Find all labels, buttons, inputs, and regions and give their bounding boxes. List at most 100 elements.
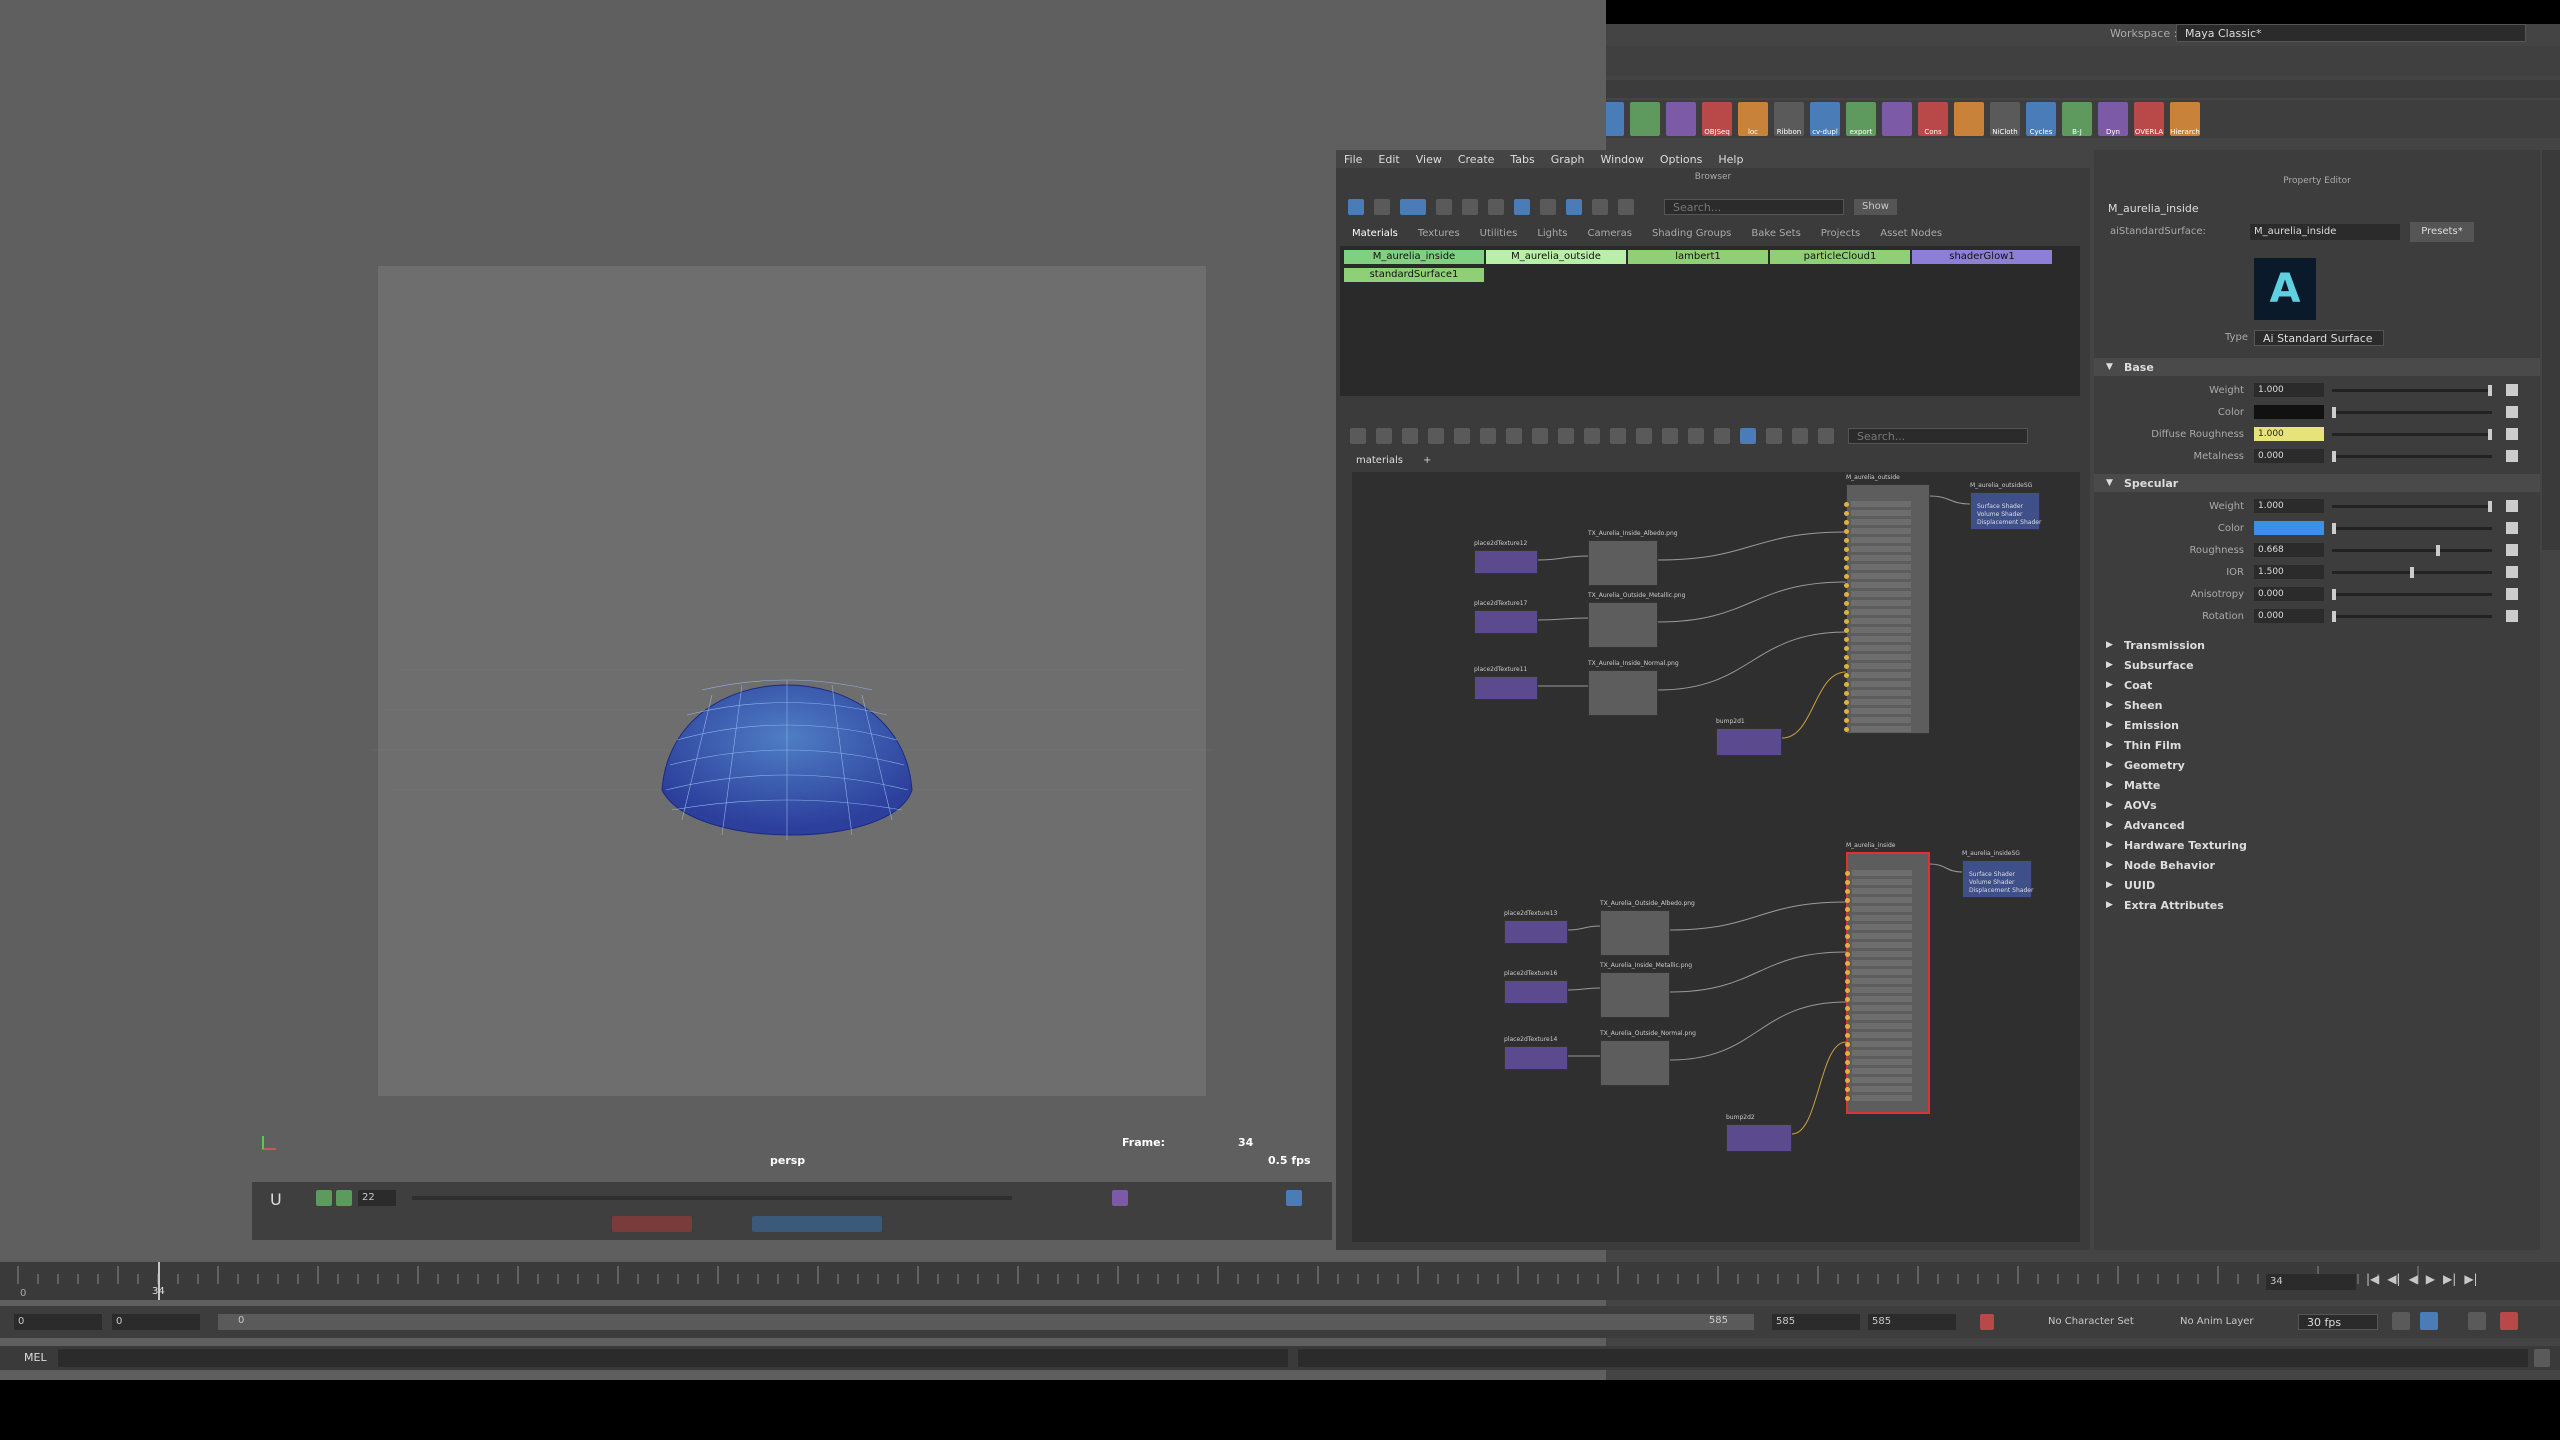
- attribute-value-field[interactable]: 0.000: [2254, 609, 2324, 623]
- port-dot-icon[interactable]: [1844, 673, 1849, 678]
- map-button-icon[interactable]: [2506, 544, 2518, 556]
- port-dot-icon[interactable]: [1845, 871, 1850, 876]
- material-swatch-item[interactable]: M_aurelia_outside: [1486, 250, 1626, 264]
- menu-arnold[interactable]: Arnold: [1027, 26, 1066, 40]
- blue-tools-icon[interactable]: [752, 1216, 882, 1232]
- shader-port-row[interactable]: [1852, 1077, 1912, 1083]
- shelf-button[interactable]: [730, 102, 760, 136]
- soft-mod-icon[interactable]: [10, 412, 36, 438]
- shader-port-row[interactable]: [1851, 546, 1911, 552]
- shader-port-row[interactable]: [1851, 726, 1911, 732]
- show-button[interactable]: Show: [1854, 199, 1897, 215]
- shader-port-row[interactable]: [1851, 573, 1911, 579]
- attr-section-collapsed[interactable]: ▶ Geometry: [2094, 756, 2540, 774]
- port-dot-icon[interactable]: [1844, 574, 1849, 579]
- graph-bookmark-icon[interactable]: [1792, 428, 1808, 444]
- port-dot-icon[interactable]: [1844, 610, 1849, 615]
- menu-playback[interactable]: Playback: [466, 26, 520, 40]
- outliner-menu-item[interactable]: Show: [113, 171, 143, 184]
- current-frame-input[interactable]: 34: [2266, 1274, 2356, 1290]
- shelf-button[interactable]: Graph: [910, 102, 940, 136]
- shader-port-row[interactable]: [1851, 555, 1911, 561]
- start-time-field[interactable]: 0: [14, 1314, 102, 1330]
- shelf-button[interactable]: [1162, 102, 1192, 136]
- move-tool-icon[interactable]: [10, 270, 36, 296]
- filter-icon[interactable]: [1592, 199, 1608, 215]
- attr-section-header[interactable]: ▼ Base: [2094, 358, 2540, 376]
- workspace-dropdown[interactable]: Maya Classic*: [2176, 24, 2526, 42]
- outliner-item[interactable]: top: [48, 230, 238, 250]
- shelf-button[interactable]: SSC: [442, 102, 472, 136]
- shelf-button[interactable]: [1054, 102, 1084, 136]
- shelf-tab[interactable]: Rigging: [425, 83, 467, 96]
- attribute-value-field[interactable]: 1.000: [2254, 427, 2324, 441]
- shelf-button[interactable]: [1486, 102, 1516, 136]
- port-dot-icon[interactable]: [1845, 1015, 1850, 1020]
- fps-dropdown[interactable]: 30 fps: [2298, 1314, 2378, 1330]
- playback-end-field[interactable]: 585: [1772, 1314, 1860, 1330]
- shelf-button[interactable]: [1522, 102, 1552, 136]
- shelf-button[interactable]: Cons: [1918, 102, 1948, 136]
- open-scene-icon[interactable]: [162, 51, 182, 71]
- arnold-render-icon[interactable]: [1002, 51, 1023, 71]
- attr-section-collapsed[interactable]: ▶ Transmission: [2094, 636, 2540, 654]
- attribute-slider[interactable]: [2332, 385, 2492, 396]
- shelf-button[interactable]: [838, 102, 868, 136]
- menu-select[interactable]: Select: [159, 26, 196, 40]
- swatch-icon[interactable]: [1566, 199, 1582, 215]
- shader-port-row[interactable]: [1852, 1095, 1912, 1101]
- browser-view-icon[interactable]: [1374, 199, 1390, 215]
- slider-handle[interactable]: [2410, 567, 2414, 578]
- port-dot-icon[interactable]: [1845, 1051, 1850, 1056]
- port-dot-icon[interactable]: [1844, 637, 1849, 642]
- select-object-icon[interactable]: [332, 51, 352, 71]
- mode-dropdown[interactable]: Animation: [8, 51, 118, 71]
- attr-section-collapsed[interactable]: ▶ Subsurface: [2094, 656, 2540, 674]
- list-view-icon[interactable]: [1400, 199, 1426, 215]
- shelf-button[interactable]: MAT: [658, 102, 688, 136]
- port-dot-icon[interactable]: [1845, 1060, 1850, 1065]
- hypershade-menu-item[interactable]: Edit: [1378, 153, 1399, 166]
- shelf-button[interactable]: [226, 102, 256, 136]
- port-dot-icon[interactable]: [1844, 520, 1849, 525]
- save-scene-icon[interactable]: [196, 51, 216, 71]
- port-dot-icon[interactable]: [1845, 1033, 1850, 1038]
- map-button-icon[interactable]: [2506, 406, 2518, 418]
- magnet-icon[interactable]: U: [270, 1190, 290, 1210]
- refresh-icon[interactable]: [1618, 199, 1634, 215]
- pause-icon[interactable]: [1036, 51, 1057, 71]
- graph-down-icon[interactable]: [1558, 428, 1574, 444]
- outliner-item[interactable]: persp: [48, 210, 238, 230]
- ai-standard-surface-node[interactable]: [1845, 852, 1930, 1114]
- shader-port-row[interactable]: [1852, 888, 1912, 894]
- outliner-menu-item[interactable]: Help: [158, 171, 183, 184]
- menu-edit[interactable]: Edit: [52, 26, 75, 40]
- port-dot-icon[interactable]: [1845, 1087, 1850, 1092]
- output-connections-icon[interactable]: [1402, 428, 1418, 444]
- sign-in-button[interactable]: Sign In: [1288, 51, 1399, 71]
- shelf-button[interactable]: M-T-R: [622, 102, 652, 136]
- play-forward-icon[interactable]: ▶: [2426, 1272, 2435, 1286]
- browser-tab[interactable]: Projects: [1821, 228, 1860, 239]
- shelf-button[interactable]: [1450, 102, 1480, 136]
- shelf-button[interactable]: [334, 102, 364, 136]
- shader-port-row[interactable]: [1851, 627, 1911, 633]
- hypershade-menu-item[interactable]: Graph: [1551, 153, 1585, 166]
- single-view-layout-icon[interactable]: [8, 470, 38, 500]
- port-dot-icon[interactable]: [1844, 529, 1849, 534]
- shader-port-row[interactable]: [1851, 528, 1911, 534]
- slider-handle[interactable]: [2332, 407, 2336, 418]
- port-dot-icon[interactable]: [1844, 727, 1849, 732]
- outliner-menu-item[interactable]: Display: [56, 171, 97, 184]
- shelf-button[interactable]: Orient: [46, 102, 76, 136]
- material-swatch-item[interactable]: standardSurface1: [1344, 268, 1484, 282]
- shelf-button[interactable]: [1342, 102, 1372, 136]
- shelf-tab[interactable]: Custom: [745, 83, 787, 96]
- shelf-button[interactable]: CONST: [406, 102, 436, 136]
- port-dot-icon[interactable]: [1845, 961, 1850, 966]
- hypershade-menu-item[interactable]: View: [1416, 153, 1442, 166]
- menu-cache[interactable]: Cache: [875, 26, 912, 40]
- shelf-button[interactable]: DS: [766, 102, 796, 136]
- attr-section-collapsed[interactable]: ▶ Matte: [2094, 776, 2540, 794]
- shelf-tab[interactable]: TURTLE: [1238, 83, 1279, 96]
